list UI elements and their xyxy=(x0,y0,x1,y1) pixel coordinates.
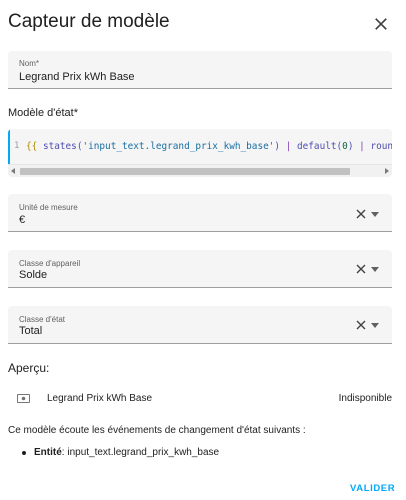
state-template-editor[interactable]: 1 {{ states('input_text.legrand_prix_kwh… xyxy=(8,129,392,177)
close-icon[interactable] xyxy=(372,15,390,33)
device-class-field[interactable]: Classe d'appareil Solde xyxy=(8,250,392,288)
preview-entity-row: Legrand Prix kWh Base Indisponible xyxy=(8,386,392,412)
code-rest: roun xyxy=(370,141,392,152)
state-class-label: Classe d'état xyxy=(19,315,65,324)
code-pipe-2: | xyxy=(359,141,365,152)
clear-icon[interactable] xyxy=(356,264,366,274)
code-default-close: ) xyxy=(347,141,354,152)
listeners-description: Ce modèle écoute les événements de chang… xyxy=(8,425,306,436)
listener-value: input_text.legrand_prix_kwh_base xyxy=(67,447,220,458)
scroll-left-icon[interactable] xyxy=(11,168,15,174)
scroll-right-icon[interactable] xyxy=(385,168,389,174)
line-number: 1 xyxy=(14,141,20,151)
scrollbar-thumb[interactable] xyxy=(20,168,350,175)
chevron-down-icon[interactable] xyxy=(371,323,379,328)
name-field-label: Nom* xyxy=(19,59,40,68)
device-class-label: Classe d'appareil xyxy=(19,259,81,268)
submit-button[interactable]: VALIDER xyxy=(350,483,395,494)
listener-item: Entité: input_text.legrand_prix_kwh_base xyxy=(22,447,220,458)
name-field[interactable]: Nom* Legrand Prix kWh Base xyxy=(8,51,392,89)
clear-icon[interactable] xyxy=(356,320,366,330)
chevron-down-icon[interactable] xyxy=(371,267,379,272)
state-template-label: Modèle d'état* xyxy=(8,107,78,119)
state-class-field[interactable]: Classe d'état Total xyxy=(8,306,392,344)
unit-field-value[interactable]: € xyxy=(19,214,25,226)
code-string: 'input_text.legrand_prix_kwh_base' xyxy=(82,141,275,152)
preview-entity-state: Indisponible xyxy=(338,393,392,404)
horizontal-scrollbar[interactable] xyxy=(8,164,392,177)
bullet xyxy=(22,451,26,455)
code-function: states( xyxy=(42,141,83,152)
preview-entity-name: Legrand Prix kWh Base xyxy=(47,393,153,404)
name-field-value[interactable]: Legrand Prix kWh Base xyxy=(19,71,135,83)
template-code[interactable]: {{ states('input_text.legrand_prix_kwh_b… xyxy=(26,141,392,152)
preview-title: Aperçu: xyxy=(8,361,50,375)
cash-icon xyxy=(17,394,30,403)
clear-icon[interactable] xyxy=(356,209,366,219)
chevron-down-icon[interactable] xyxy=(371,212,379,217)
listener-kind: Entité xyxy=(34,447,62,458)
dialog-title: Capteur de modèle xyxy=(8,11,170,32)
editor-active-line-marker xyxy=(8,129,10,164)
code-pipe: | xyxy=(285,141,292,152)
unit-field-label: Unité de mesure xyxy=(19,203,78,212)
unit-field[interactable]: Unité de mesure € xyxy=(8,194,392,232)
code-default: default( xyxy=(297,141,343,152)
state-class-value[interactable]: Total xyxy=(19,325,42,337)
code-paren-close: ) xyxy=(274,141,281,152)
device-class-value[interactable]: Solde xyxy=(19,269,47,281)
code-open-braces: {{ xyxy=(26,141,38,152)
